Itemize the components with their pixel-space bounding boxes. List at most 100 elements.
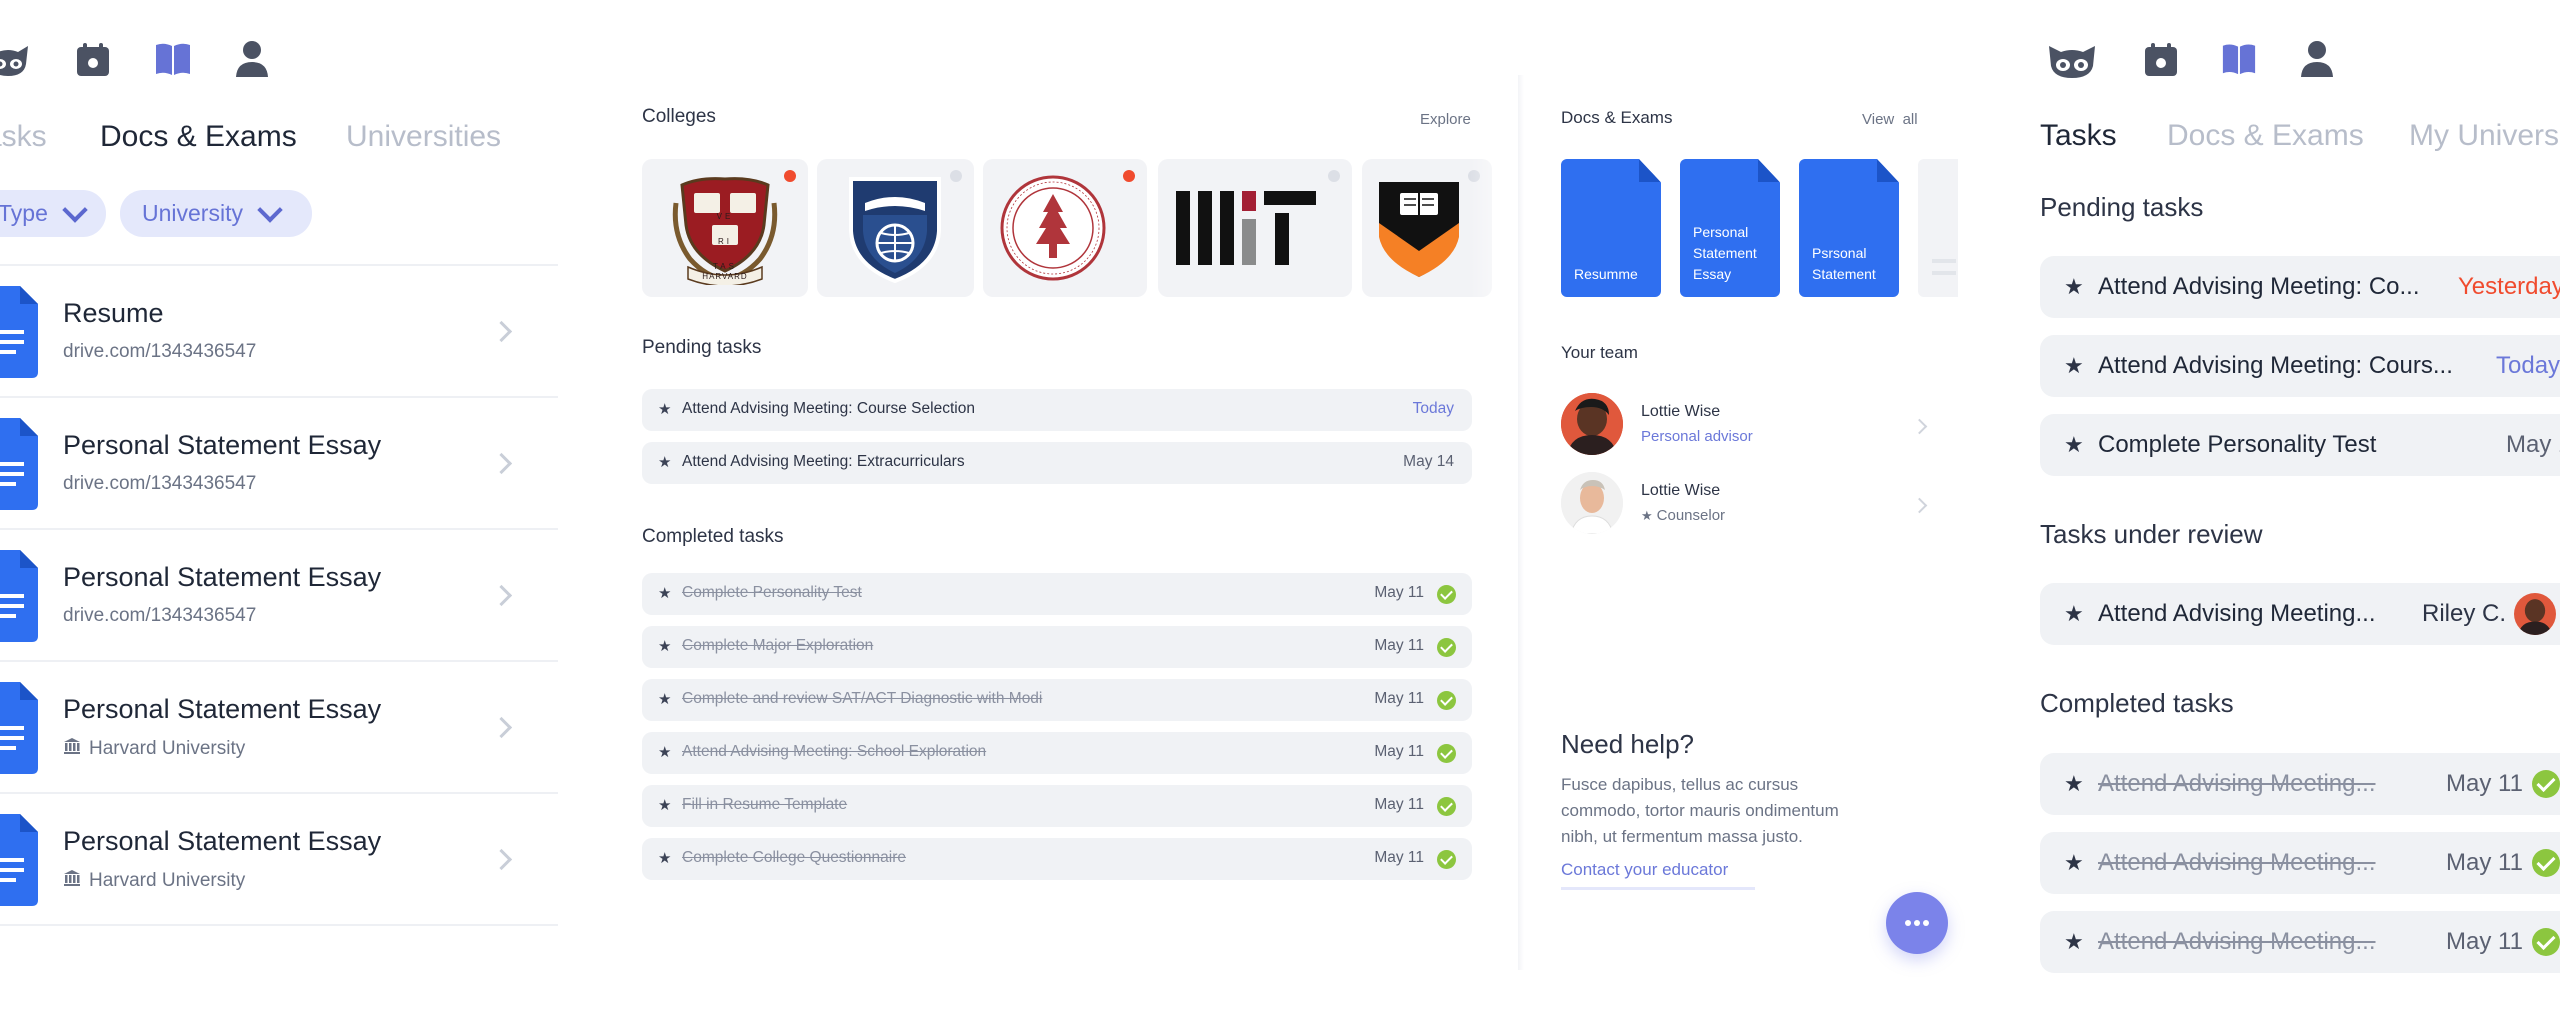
completed-task-row[interactable]: ★ Attend Advising Meeting... May 11 bbox=[2040, 832, 2560, 894]
task-date: May 11 bbox=[1374, 584, 1424, 601]
explore-link[interactable]: Explore bbox=[1420, 111, 1471, 128]
star-icon: ★ bbox=[658, 638, 672, 655]
calendar-icon[interactable] bbox=[2143, 42, 2179, 78]
page-fold bbox=[1758, 159, 1780, 182]
pending-task-row[interactable]: ★ Attend Advising Meeting: Course Selecti… bbox=[642, 389, 1472, 431]
task-text: Complete and review SAT/ACT Diagnostic w… bbox=[682, 690, 1043, 707]
star-icon: ★ bbox=[658, 401, 672, 418]
google-doc-icon bbox=[0, 286, 38, 378]
pending-task-row[interactable]: ★ Attend Advising Meeting: Co... Yesterday bbox=[2040, 256, 2560, 318]
star-icon: ★ bbox=[658, 744, 672, 761]
user-icon[interactable] bbox=[235, 40, 269, 78]
doc-card-resume[interactable]: Resumme bbox=[1561, 159, 1661, 297]
task-date: May 11 bbox=[2446, 849, 2523, 876]
check-circle-icon bbox=[1437, 850, 1456, 869]
columbia-logo bbox=[849, 177, 941, 284]
completed-task-row[interactable]: ★ Fill in Resume Template May 11 bbox=[642, 785, 1472, 827]
tab-my-universities[interactable]: My Universities bbox=[2409, 119, 2560, 153]
status-dot bbox=[1328, 170, 1340, 182]
review-task-row[interactable]: ★ Attend Advising Meeting... Riley C. bbox=[2040, 583, 2560, 645]
book-icon[interactable] bbox=[2221, 42, 2257, 76]
completed-task-row[interactable]: ★ Complete Major Exploration May 11 bbox=[642, 626, 1472, 668]
completed-task-row[interactable]: ★ Complete and review SAT/ACT Diagnostic … bbox=[642, 679, 1472, 721]
document-subtitle-text: drive.com/1343436547 bbox=[63, 473, 257, 494]
document-title: Personal Statement Essay bbox=[63, 430, 382, 460]
document-subtitle: drive.com/1343436547 bbox=[63, 473, 256, 495]
document-row[interactable]: Resume drive.com/1343436547 bbox=[0, 266, 558, 398]
tab-tasks[interactable]: Tasks bbox=[2040, 119, 2117, 153]
document-subtitle-text: drive.com/1343436547 bbox=[63, 341, 257, 362]
raccoon-icon[interactable] bbox=[0, 40, 32, 80]
task-date: May 11 bbox=[2446, 770, 2523, 797]
completed-task-row[interactable]: ★ Complete Personality Test May 11 bbox=[642, 573, 1472, 615]
doc-card-label: Psrsonal Statement bbox=[1812, 243, 1876, 285]
check-circle-icon bbox=[2532, 849, 2560, 877]
more-actions-button[interactable] bbox=[1886, 892, 1948, 954]
contact-educator-link[interactable]: Contact your educator bbox=[1561, 860, 1728, 880]
tab-docs-exams[interactable]: Docs & Exams bbox=[2167, 119, 2364, 153]
college-tile-stanford[interactable] bbox=[983, 159, 1147, 297]
chevron-right-icon[interactable] bbox=[1911, 497, 1928, 514]
completed-task-row[interactable]: ★ Complete College Questionnaire May 11 bbox=[642, 838, 1472, 880]
pending-task-row[interactable]: ★ Attend Advising Meeting: Extracurricula… bbox=[642, 442, 1472, 484]
tab-universities[interactable]: Universities bbox=[346, 120, 501, 154]
task-text: Attend Advising Meeting: Co... bbox=[2098, 273, 2420, 300]
calendar-icon[interactable] bbox=[75, 42, 111, 78]
your-team-title: Your team bbox=[1561, 343, 1638, 362]
task-date: May 14 bbox=[2506, 431, 2560, 458]
document-row[interactable]: Personal Statement Essay Harvard Universi… bbox=[0, 662, 558, 794]
document-subtitle-text: Harvard University bbox=[89, 738, 246, 759]
completed-task-row[interactable]: ★ Attend Advising Meeting... May 11 bbox=[2040, 753, 2560, 815]
task-text: Complete College Questionnaire bbox=[682, 849, 907, 866]
star-icon: ★ bbox=[2064, 771, 2084, 796]
task-date: May 11 bbox=[1374, 849, 1424, 866]
chevron-right-icon bbox=[490, 320, 513, 343]
doc-card-personal-statement[interactable]: Psrsonal Statement bbox=[1799, 159, 1899, 297]
college-tile-columbia[interactable] bbox=[817, 159, 974, 297]
doc-card-personal-statement-essay[interactable]: Personal Statement Essay bbox=[1680, 159, 1780, 297]
document-row[interactable]: Personal Statement Essay drive.com/134343… bbox=[0, 398, 558, 530]
book-icon[interactable] bbox=[154, 42, 192, 76]
doc-card-label: Personal Statement Essay bbox=[1693, 222, 1757, 285]
university-filter[interactable]: University bbox=[120, 190, 312, 237]
chevron-right-icon bbox=[490, 584, 513, 607]
doc-card-line: Essay bbox=[1693, 266, 1732, 282]
college-tile-harvard[interactable]: VE RI TAS HARVARD bbox=[642, 159, 808, 297]
tab-tasks[interactable]: Tasks bbox=[0, 120, 47, 154]
document-row[interactable]: Personal Statement Essay Harvard Universi… bbox=[0, 794, 558, 926]
university-icon bbox=[63, 737, 81, 761]
star-icon: ★ bbox=[658, 850, 672, 867]
google-doc-icon bbox=[0, 814, 38, 906]
chevron-right-icon[interactable] bbox=[1911, 418, 1928, 435]
document-subtitle-text: Harvard University bbox=[89, 870, 246, 891]
check-circle-icon bbox=[1437, 744, 1456, 763]
type-filter[interactable]: Type bbox=[0, 190, 106, 237]
doc-card-line: Personal bbox=[1693, 224, 1749, 240]
user-icon[interactable] bbox=[2300, 40, 2334, 78]
avatar[interactable] bbox=[2514, 593, 2556, 635]
avatar[interactable] bbox=[1561, 472, 1623, 534]
colleges-title: Colleges bbox=[642, 106, 716, 127]
star-icon: ★ bbox=[658, 797, 672, 814]
help-body-line: Fusce dapibus, tellus ac cursus bbox=[1561, 775, 1799, 794]
avatar[interactable] bbox=[1561, 393, 1623, 455]
tab-docs-exams[interactable]: Docs & Exams bbox=[100, 120, 297, 154]
college-tile-mit[interactable] bbox=[1158, 159, 1352, 297]
task-text: Complete Personality Test bbox=[2098, 431, 2377, 458]
team-member-name: Lottie Wise bbox=[1641, 482, 1721, 499]
document-title: Personal Statement Essay bbox=[63, 694, 382, 724]
pending-task-row[interactable]: ★ Complete Personality Test May 14 bbox=[2040, 414, 2560, 476]
completed-task-row[interactable]: ★ Attend Advising Meeting... May 11 bbox=[2040, 911, 2560, 973]
view-all-link[interactable]: View all bbox=[1862, 111, 1918, 128]
document-row[interactable]: Personal Statement Essay drive.com/134343… bbox=[0, 530, 558, 662]
pending-task-row[interactable]: ★ Attend Advising Meeting: Cours... Today bbox=[2040, 335, 2560, 397]
princeton-logo bbox=[1379, 182, 1459, 277]
doc-card-line: Statement bbox=[1693, 245, 1757, 261]
page-fold bbox=[1877, 159, 1899, 182]
doc-card-placeholder bbox=[1918, 159, 1958, 297]
university-icon bbox=[63, 869, 81, 893]
raccoon-icon[interactable] bbox=[2045, 40, 2099, 82]
completed-tasks-title: Completed tasks bbox=[2040, 688, 2234, 718]
completed-task-row[interactable]: ★ Attend Advising Meeting: School Explora… bbox=[642, 732, 1472, 774]
star-icon: ★ bbox=[2064, 601, 2084, 626]
